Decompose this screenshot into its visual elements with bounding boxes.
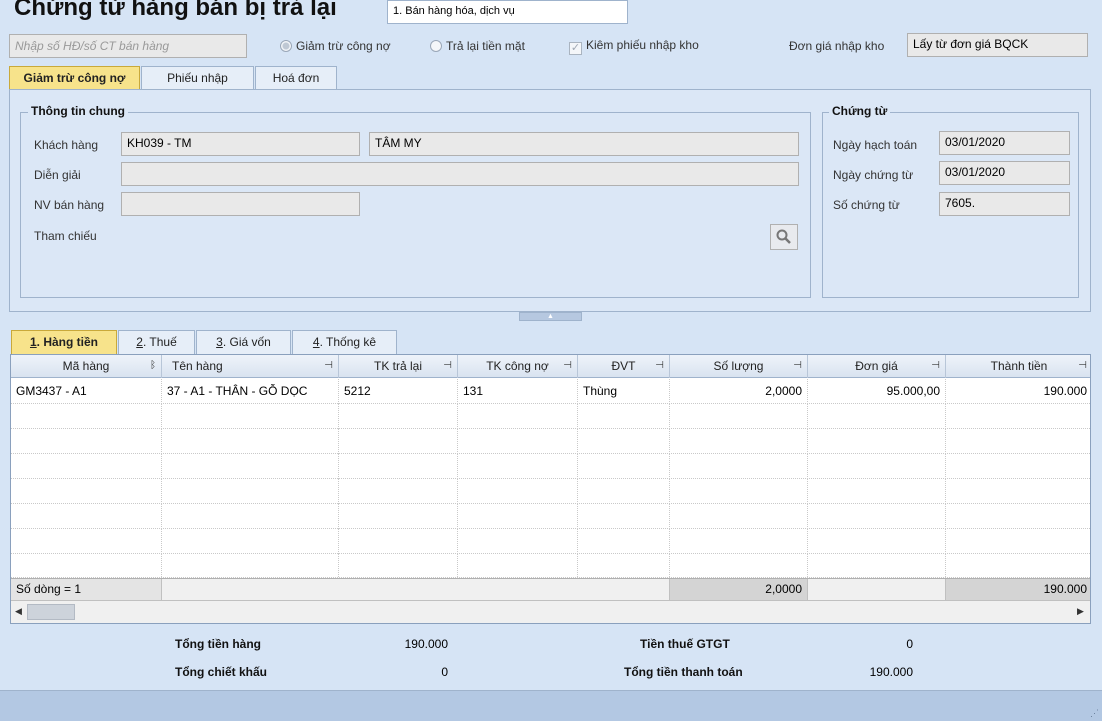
resize-grip-icon[interactable]: ⋰ [1090, 708, 1099, 719]
tab-goods-money[interactable]: 1. Hàng tiền [11, 330, 117, 354]
customer-name-field[interactable]: TÂM MY [369, 132, 799, 156]
description-field[interactable] [121, 162, 799, 186]
voucher-date-label: Ngày chứng từ [833, 168, 914, 182]
cell-unit-price[interactable]: 95.000,00 [808, 379, 946, 404]
cell-quantity[interactable]: 2,0000 [670, 379, 808, 404]
payment-total-label: Tổng tiền thanh toán [624, 665, 743, 679]
goods-total-label: Tổng tiền hàng [175, 637, 261, 651]
tab-tax[interactable]: 2. Thuế [118, 330, 195, 354]
unit-price-select[interactable]: Lấy từ đơn giá BQCK [907, 33, 1088, 57]
posting-date-field[interactable]: 03/01/2020 [939, 131, 1070, 155]
cell-amount[interactable]: 190.000 [946, 379, 1090, 404]
radio-cash-refund[interactable]: Trả lại tiền mặt [430, 39, 525, 53]
cell-name[interactable]: 37 - A1 - THÂN - GỖ DỌC [162, 379, 339, 404]
tab-invoice[interactable]: Hoá đơn [255, 66, 337, 90]
items-grid: Mã hàng ᛒ Tên hàng ⊣ TK trả lại ⊣ TK công n… [10, 354, 1091, 624]
table-row-empty[interactable] [11, 554, 1090, 579]
scroll-left-icon[interactable]: ◀ [15, 606, 22, 617]
pin-icon: ⊣ [931, 360, 940, 371]
grid-header: Mã hàng ᛒ Tên hàng ⊣ TK trả lại ⊣ TK công n… [11, 355, 1090, 378]
unit-price-label: Đơn giá nhập kho [789, 39, 885, 53]
table-row-empty[interactable] [11, 529, 1090, 554]
salesperson-field[interactable] [121, 192, 360, 216]
table-row[interactable]: GM3437 - A1 37 - A1 - THÂN - GỖ DỌC 5212… [11, 379, 1090, 404]
invoice-search-input[interactable]: Nhập số HĐ/số CT bán hàng [9, 34, 247, 58]
sale-type-select[interactable]: 1. Bán hàng hóa, dịch vụ [387, 0, 628, 24]
status-bar: ⋰ [0, 690, 1102, 721]
vat-value: 0 [906, 637, 913, 651]
footer-spacer [808, 579, 946, 600]
tab-receipt[interactable]: Phiếu nhập [141, 66, 254, 90]
discount-value: 0 [441, 665, 448, 679]
pin-icon: ⊣ [655, 360, 664, 371]
pin-icon: ⊣ [793, 360, 802, 371]
col-header-unit[interactable]: ĐVT ⊣ [578, 355, 670, 378]
cell-return-account[interactable]: 5212 [339, 379, 458, 404]
voucher-legend: Chứng từ [829, 104, 891, 118]
voucher-date-field[interactable]: 03/01/2020 [939, 161, 1070, 185]
table-row-empty[interactable] [11, 504, 1090, 529]
posting-date-label: Ngày hạch toán [833, 138, 918, 152]
tab-reduce-debt[interactable]: Giảm trừ công nợ [9, 66, 140, 90]
radio-icon [280, 40, 292, 52]
pin-icon: ⊣ [324, 360, 333, 371]
collapse-splitter[interactable]: ▲ [519, 312, 582, 321]
table-row-empty[interactable] [11, 479, 1090, 504]
page-title: Chứng từ hàng bán bị trả lại [14, 0, 337, 21]
tab-stats[interactable]: 4. Thống kê [292, 330, 397, 354]
scroll-thumb[interactable] [27, 604, 75, 620]
tab-cost[interactable]: 3. Giá vốn [196, 330, 291, 354]
col-header-amount[interactable]: Thành tiền ⊣ [946, 355, 1090, 378]
salesperson-label: NV bán hàng [34, 198, 105, 212]
col-header-debt-account[interactable]: TK công nợ ⊣ [458, 355, 578, 378]
scroll-right-icon[interactable]: ▶ [1077, 606, 1084, 617]
voucher-no-label: Số chứng từ [833, 198, 900, 212]
table-row-empty[interactable] [11, 454, 1090, 479]
customer-label: Khách hàng [34, 138, 99, 152]
col-header-quantity[interactable]: Số lượng ⊣ [670, 355, 808, 378]
radio-reduce-debt[interactable]: Giảm trừ công nợ [280, 39, 391, 53]
quantity-total: 2,0000 [670, 579, 808, 600]
general-info-legend: Thông tin chung [28, 104, 128, 118]
discount-label: Tổng chiết khấu [175, 665, 268, 679]
table-row-empty[interactable] [11, 429, 1090, 454]
reference-label: Tham chiếu [34, 229, 97, 243]
goods-total-value: 190.000 [404, 637, 448, 651]
pin-icon: ⊣ [563, 360, 572, 371]
grid-footer: Số dòng = 1 2,0000 190.000 [11, 578, 1090, 600]
pin-icon: ᛒ [150, 360, 156, 371]
horizontal-scrollbar[interactable]: ◀ ▶ [11, 600, 1090, 623]
reference-search-button[interactable] [770, 224, 798, 250]
payment-total-value: 190.000 [869, 665, 913, 679]
customer-code-field[interactable]: KH039 - TM [121, 132, 360, 156]
cell-code[interactable]: GM3437 - A1 [11, 379, 162, 404]
col-header-name[interactable]: Tên hàng ⊣ [162, 355, 339, 378]
voucher-no-field[interactable]: 7605. [939, 192, 1070, 216]
footer-spacer [162, 579, 670, 600]
col-header-code[interactable]: Mã hàng ᛒ [11, 355, 162, 378]
description-label: Diễn giải [34, 168, 81, 182]
col-header-return-account[interactable]: TK trả lại ⊣ [339, 355, 458, 378]
amount-total: 190.000 [946, 579, 1090, 600]
vat-label: Tiền thuế GTGT [640, 637, 730, 651]
pin-icon: ⊣ [1078, 360, 1087, 371]
row-count: Số dòng = 1 [11, 579, 162, 600]
cell-unit[interactable]: Thùng [578, 379, 670, 404]
table-row-empty[interactable] [11, 404, 1090, 429]
col-header-unit-price[interactable]: Đơn giá ⊣ [808, 355, 946, 378]
search-icon [776, 229, 791, 244]
check-icon: ✓ [569, 42, 582, 55]
radio-icon [430, 40, 442, 52]
cell-debt-account[interactable]: 131 [458, 379, 578, 404]
pin-icon: ⊣ [443, 360, 452, 371]
checkbox-receipt[interactable]: ✓ Kiêm phiếu nhập kho [569, 38, 699, 55]
